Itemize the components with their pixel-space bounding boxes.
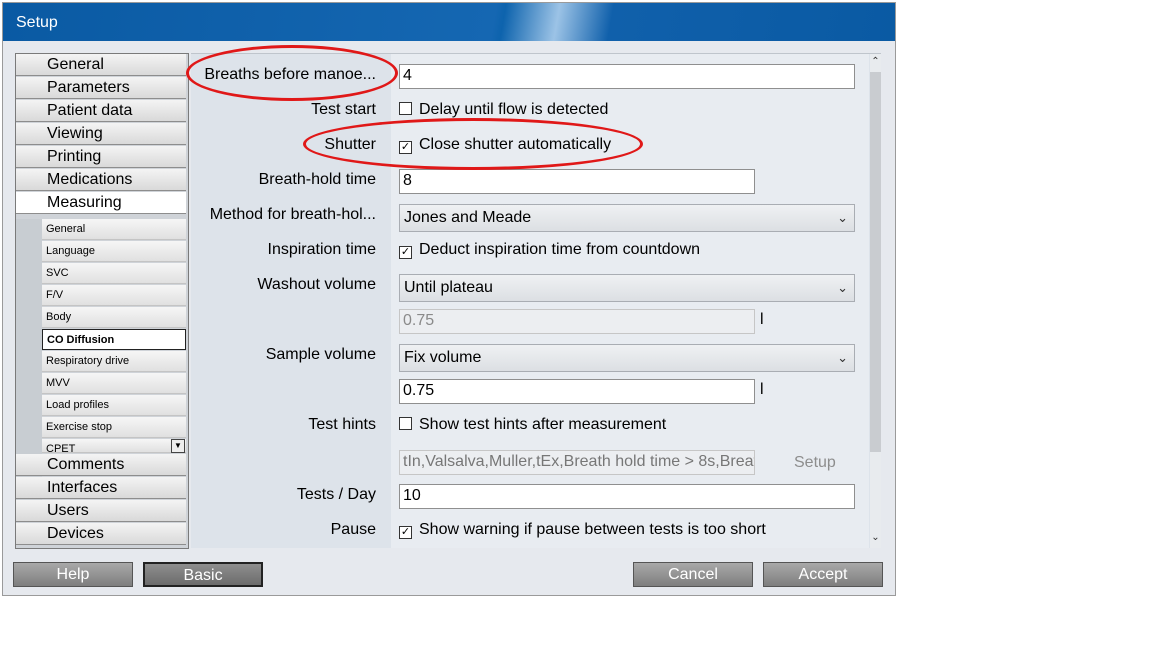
hints-label: Test hints [308,416,376,433]
hints-check-label: Show test hints after measurement [419,416,667,433]
sample-select-value: Fix volume [404,349,482,366]
subnav-item-fv[interactable]: F/V [42,285,186,306]
nav-item-medications[interactable]: Medications [16,169,186,191]
cancel-button[interactable]: Cancel [633,562,753,587]
sample-unit: l [760,381,764,398]
nav-item-comments[interactable]: Comments [16,454,186,476]
settings-scrollbar[interactable]: ⌃ ⌄ [870,54,881,548]
tests-day-label: Tests / Day [296,486,376,503]
hints-list-field: tIn,Valsalva,Muller,tEx,Breath hold time… [399,450,755,475]
title-bar: Setup [3,3,895,41]
check-mark-icon: ✓ [399,526,412,539]
pause-label: Pause [330,521,376,538]
hints-checkbox[interactable]: Show test hints after measurement [399,416,666,434]
chevron-down-icon: ⌄ [837,210,848,225]
setup-window: Setup General Parameters Patient data Vi… [2,2,896,596]
subnav-scroll-down-icon[interactable]: ▼ [171,439,185,453]
nav-item-interfaces[interactable]: Interfaces [16,477,186,499]
nav-item-devices[interactable]: Devices [16,523,186,545]
sample-select[interactable]: Fix volume ⌄ [399,344,855,372]
method-select-value: Jones and Meade [404,209,532,226]
subnav-item-cpet[interactable]: CPET [42,439,186,453]
checkbox-icon [399,417,412,430]
test-start-check-label: Delay until flow is detected [419,101,609,118]
shutter-check-label: Close shutter automatically [419,136,612,153]
hints-setup-link: Setup [794,454,836,471]
subnav-item-co-diffusion[interactable]: CO Diffusion [42,329,186,350]
subnav-item-svc[interactable]: SVC [42,263,186,284]
pause-check-label: Show warning if pause between tests is t… [419,521,766,538]
nav-item-patient-data[interactable]: Patient data [16,100,186,122]
subnav-item-mvv[interactable]: MVV [42,373,186,394]
settings-panel: Breaths before manoe... 4 Test start Del… [191,53,881,548]
subnav-item-load-profiles[interactable]: Load profiles [42,395,186,416]
sample-amount-input[interactable]: 0.75 [399,379,755,404]
washout-amount-input: 0.75 [399,309,755,334]
washout-label: Washout volume [257,276,376,293]
scroll-up-icon[interactable]: ⌃ [870,56,881,67]
washout-unit: l [760,311,764,328]
scroll-down-icon[interactable]: ⌄ [870,532,881,543]
checkbox-icon [399,102,412,115]
test-start-label: Test start [311,101,376,118]
subnav-item-respiratory-drive[interactable]: Respiratory drive [42,351,186,372]
chevron-down-icon: ⌄ [837,280,848,295]
sample-label: Sample volume [265,346,376,363]
setup-navigation: General Parameters Patient data Viewing … [15,53,189,549]
nav-item-general[interactable]: General [16,54,186,76]
breath-hold-label: Breath-hold time [258,171,376,188]
tests-day-input[interactable]: 10 [399,484,855,509]
inspiration-check-label: Deduct inspiration time from countdown [419,241,701,258]
breaths-label: Breaths before manoe... [204,66,376,83]
subnav-item-exercise-stop[interactable]: Exercise stop [42,417,186,438]
subnav-item-general[interactable]: General [42,219,186,240]
nav-item-measuring[interactable]: Measuring [16,192,186,214]
pause-checkbox[interactable]: ✓ Show warning if pause between tests is … [399,521,766,539]
shutter-checkbox[interactable]: ✓ Close shutter automatically [399,136,611,154]
nav-item-users[interactable]: Users [16,500,186,522]
washout-select-value: Until plateau [404,279,493,296]
shutter-label: Shutter [324,136,376,153]
help-button[interactable]: Help [13,562,133,587]
breath-hold-input[interactable]: 8 [399,169,755,194]
breaths-input[interactable]: 4 [399,64,855,89]
subnav-item-body[interactable]: Body [42,307,186,328]
nav-item-printing[interactable]: Printing [16,146,186,168]
method-label: Method for breath-hol... [209,206,376,223]
accept-button[interactable]: Accept [763,562,883,587]
check-mark-icon: ✓ [399,141,412,154]
scrollbar-thumb[interactable] [870,72,881,452]
test-start-checkbox[interactable]: Delay until flow is detected [399,101,608,119]
inspiration-checkbox[interactable]: ✓ Deduct inspiration time from countdown [399,241,700,259]
inspiration-label: Inspiration time [267,241,377,258]
check-mark-icon: ✓ [399,246,412,259]
chevron-down-icon: ⌄ [837,350,848,365]
method-select[interactable]: Jones and Meade ⌄ [399,204,855,232]
window-title: Setup [16,14,58,31]
subnav-item-language[interactable]: Language [42,241,186,262]
washout-select[interactable]: Until plateau ⌄ [399,274,855,302]
basic-button[interactable]: Basic [143,562,263,587]
nav-item-parameters[interactable]: Parameters [16,77,186,99]
nav-item-viewing[interactable]: Viewing [16,123,186,145]
